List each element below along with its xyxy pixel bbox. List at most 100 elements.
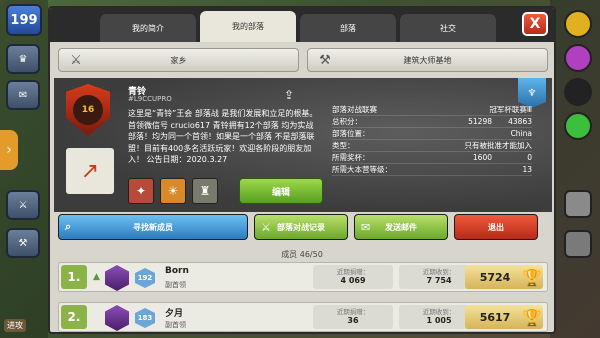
clan-action-bar: ⌕ 寻找新成员 ⚔ 部落对战记录 ✉ 发送邮件 退出 bbox=[58, 214, 548, 240]
member-role: 副首领 bbox=[165, 281, 186, 289]
swords-icon: ⚔ bbox=[261, 220, 271, 234]
leave-clan-button[interactable]: 退出 bbox=[454, 214, 538, 240]
clan-perk-icons: ✦ ☀ ♜ bbox=[128, 178, 218, 204]
close-button[interactable]: X bbox=[522, 12, 548, 36]
trophy-cup-icon: 🏆 bbox=[522, 267, 542, 287]
find-members-label: 寻找新成员 bbox=[133, 222, 173, 232]
search-icon: ⌕ bbox=[65, 220, 72, 233]
clan-badge: 16 bbox=[66, 84, 110, 140]
shop-icon[interactable] bbox=[564, 230, 592, 258]
chart-up-icon: ↗ bbox=[80, 158, 100, 184]
stat-points: 总积分： 51298 43863 bbox=[332, 116, 532, 128]
stat-points-value2: 43863 bbox=[508, 117, 532, 126]
left-hud: 199 ♛ ✉ › ⚔ ⚒ 进攻 bbox=[0, 0, 48, 338]
attack-label[interactable]: 进攻 bbox=[4, 319, 26, 332]
members-count: 成员 46/50 bbox=[281, 250, 323, 259]
expand-arrow-button[interactable]: › bbox=[0, 130, 18, 170]
clan-info-card: 16 青铃 #L9CCUPRO ⇪ 这里是“青铃”王会 部落战 是我们发展和立足… bbox=[54, 78, 552, 212]
stat-war-league-label: 部落对战联赛 bbox=[332, 105, 377, 114]
share-icon[interactable]: ⇪ bbox=[284, 88, 300, 102]
tab-social[interactable]: 社交 bbox=[400, 14, 496, 42]
settings-icon[interactable] bbox=[564, 190, 592, 218]
tab-bar: 我的简介 我的部落 部落 社交 bbox=[50, 8, 554, 42]
sword-icon: ⚔ bbox=[70, 52, 82, 68]
member-trophies: 5617 🏆 bbox=[465, 305, 543, 329]
trophy-icon: ♛ bbox=[18, 53, 28, 65]
member-rank: 2. bbox=[61, 305, 87, 329]
stat-type-label: 类型： bbox=[332, 141, 355, 150]
home-village-button[interactable]: ⚔ 家乡 bbox=[58, 48, 299, 72]
crossed-hammers-icon: ⚒ bbox=[319, 52, 331, 68]
mail-icon: ✉ bbox=[18, 89, 28, 101]
member-name: Born bbox=[165, 266, 189, 276]
tab-my-clan[interactable]: 我的部落 bbox=[200, 11, 296, 42]
member-level: 183 bbox=[135, 308, 155, 328]
mail-button[interactable]: ✉ bbox=[6, 80, 40, 110]
league-badge-icon bbox=[105, 305, 129, 331]
member-donated: 近期捐赠： 36 bbox=[313, 305, 393, 329]
member-trophies-value: 5617 bbox=[479, 310, 511, 324]
member-role: 副首领 bbox=[165, 321, 186, 329]
war-perk-icon[interactable]: ✦ bbox=[128, 178, 154, 204]
swords-button[interactable]: ⚔ bbox=[6, 190, 40, 220]
clan-badge-shield: 16 bbox=[66, 84, 110, 136]
clan-tag: #L9CCUPRO bbox=[128, 95, 172, 103]
stat-required-trophies-value: 1600 bbox=[472, 153, 492, 162]
builder-button[interactable]: ⚒ bbox=[6, 228, 40, 258]
stat-war-league: 部落对战联赛 冠军杯联赛Ⅲ bbox=[332, 104, 532, 116]
stat-location-value: China bbox=[510, 129, 532, 138]
hammer-icon: ⚒ bbox=[18, 237, 28, 249]
stat-type-value: 只有被批准才能加入 bbox=[464, 141, 533, 150]
member-donated-value: 36 bbox=[347, 316, 359, 325]
member-trophies-value: 5724 bbox=[479, 270, 511, 284]
dark-elixir-icon bbox=[564, 78, 592, 106]
edit-clan-button[interactable]: 编辑 bbox=[239, 178, 323, 204]
war-log-button[interactable]: ⚔ 部落对战记录 bbox=[254, 214, 348, 240]
builder-base-label: 建筑大师基地 bbox=[403, 55, 452, 65]
gold-icon bbox=[564, 10, 592, 38]
right-hud bbox=[550, 0, 600, 338]
stat-location-label: 部落位置： bbox=[332, 129, 370, 138]
send-mail-label: 发送邮件 bbox=[385, 222, 417, 232]
stat-type: 类型： 只有被批准才能加入 bbox=[332, 140, 532, 152]
stat-required-trophies: 所需奖杯： 1600 0 bbox=[332, 152, 532, 164]
clan-description: 这里是“青铃”王会 部落战 是我们发展和立足的根基。首领微信号 crucio61… bbox=[128, 109, 318, 164]
swords-icon: ⚔ bbox=[18, 199, 28, 211]
stat-points-label: 总积分： bbox=[332, 117, 362, 126]
member-trophies: 5724 🏆 bbox=[465, 265, 543, 289]
find-members-button[interactable]: ⌕ 寻找新成员 bbox=[58, 214, 248, 240]
star-perk-icon[interactable]: ☀ bbox=[160, 178, 186, 204]
rank-up-arrow-icon: ▲ bbox=[93, 272, 100, 282]
member-level: 192 bbox=[135, 268, 155, 288]
stat-required-trophies-label: 所需奖杯： bbox=[332, 153, 370, 162]
building-perk-icon[interactable]: ♜ bbox=[192, 178, 218, 204]
tab-my-profile[interactable]: 我的简介 bbox=[100, 14, 196, 42]
member-donated: 近期捐赠： 4 069 bbox=[313, 265, 393, 289]
member-donated-value: 4 069 bbox=[340, 276, 366, 285]
member-row[interactable]: 1. ▲ 192 Born 副首领 近期捐赠： 4 069 近期收到： 7 75… bbox=[58, 262, 548, 292]
home-village-label: 家乡 bbox=[170, 55, 187, 65]
builder-base-button[interactable]: ⚒ 建筑大师基地 bbox=[307, 48, 548, 72]
member-rank: 1. bbox=[61, 265, 87, 289]
member-name: 夕月 bbox=[165, 309, 184, 319]
stat-war-league-value: 冠军杯联赛Ⅲ bbox=[489, 105, 532, 114]
war-log-label: 部落对战记录 bbox=[277, 222, 325, 232]
sub-navigation: ⚔ 家乡 ⚒ 建筑大师基地 bbox=[58, 48, 548, 74]
trophy-button[interactable]: ♛ bbox=[6, 44, 40, 74]
tab-clans[interactable]: 部落 bbox=[300, 14, 396, 42]
clan-panel: 我的简介 我的部落 部落 社交 X ⚔ 家乡 ⚒ 建筑大师基地 16 青铃 #L… bbox=[48, 6, 556, 334]
stat-required-trophies-value2: 0 bbox=[527, 153, 532, 162]
stat-points-value: 51298 bbox=[468, 117, 492, 126]
mail-icon: ✉ bbox=[361, 220, 371, 234]
chevron-right-icon: › bbox=[6, 142, 12, 158]
stat-required-th: 所需大本营等级： 13 bbox=[332, 164, 532, 176]
war-frequency-card[interactable]: ↗ bbox=[66, 148, 114, 194]
stat-location: 部落位置： China bbox=[332, 128, 532, 140]
trophy-cup-icon: 🏆 bbox=[522, 307, 542, 327]
clan-stats: 部落对战联赛 冠军杯联赛Ⅲ 总积分： 51298 43863 部落位置： Chi… bbox=[332, 104, 532, 176]
clan-badge-level: 16 bbox=[73, 95, 103, 125]
player-level-badge[interactable]: 199 bbox=[6, 4, 42, 36]
send-mail-button[interactable]: ✉ 发送邮件 bbox=[354, 214, 448, 240]
stat-required-th-value: 13 bbox=[522, 165, 532, 174]
member-row[interactable]: 2. 183 夕月 副首领 近期捐赠： 36 近期收到： 1 005 5617 … bbox=[58, 302, 548, 332]
